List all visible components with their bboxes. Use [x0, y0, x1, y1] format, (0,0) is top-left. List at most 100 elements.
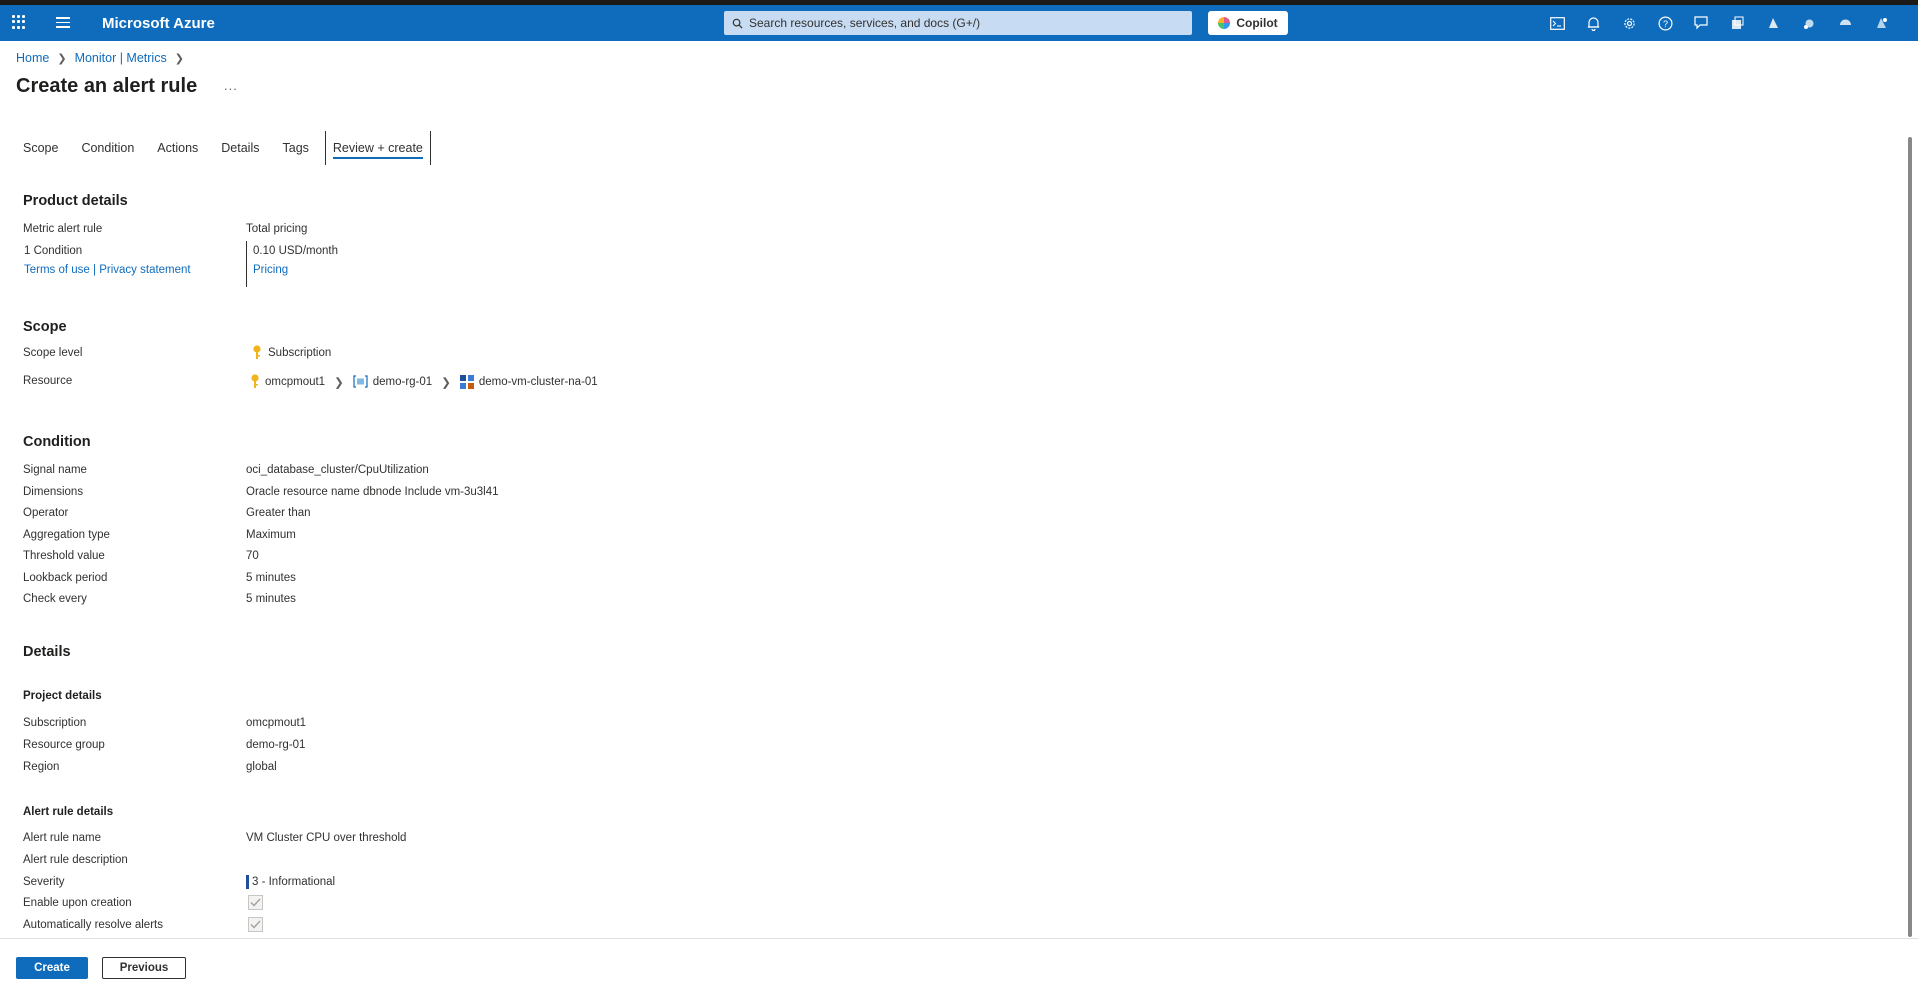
feedback-icon[interactable]: [1692, 14, 1710, 32]
resource-vm-cluster: demo-vm-cluster-na-01: [478, 375, 598, 388]
top-bar: Microsoft Azure Search resources, servic…: [0, 5, 1918, 41]
app-icon[interactable]: [1764, 14, 1782, 32]
tab-scope[interactable]: Scope: [16, 131, 65, 165]
condition-row-value: Maximum: [246, 529, 296, 541]
chevron-right-icon: ❯: [57, 52, 67, 65]
search-placeholder: Search resources, services, and docs (G+…: [749, 16, 981, 30]
project-row-label: Subscription: [23, 717, 87, 729]
alert-rule-name-label: Alert rule name: [23, 832, 101, 844]
chevron-right-icon: ❯: [441, 376, 451, 389]
key-icon: [253, 345, 261, 359]
vm-cluster-icon: [459, 374, 474, 389]
resource-label: Resource: [23, 375, 73, 387]
app-icon[interactable]: [1836, 14, 1854, 32]
directory-icon[interactable]: [1728, 14, 1746, 32]
tab-details[interactable]: Details: [214, 131, 266, 165]
project-row-label: Region: [23, 761, 60, 773]
tab-tags[interactable]: Tags: [276, 131, 316, 165]
condition-row-label: Aggregation type: [23, 529, 110, 541]
chevron-right-icon: ❯: [174, 52, 184, 65]
total-pricing-label: Total pricing: [246, 223, 308, 235]
scope-level-value: Subscription: [268, 346, 332, 359]
condition-row-value: 70: [246, 550, 259, 562]
condition-row-label: Check every: [23, 593, 87, 605]
help-icon[interactable]: ?: [1656, 14, 1674, 32]
checkmark-icon: [250, 920, 261, 929]
previous-button[interactable]: Previous: [102, 957, 186, 979]
condition-row-label: Signal name: [23, 464, 87, 476]
search-icon: [732, 18, 743, 29]
condition-count: 1 Condition: [24, 245, 83, 257]
breadcrumb: Home ❯ Monitor | Metrics ❯: [16, 51, 184, 65]
tab-bar: Scope Condition Actions Details Tags Rev…: [16, 131, 440, 165]
hamburger-menu-icon[interactable]: [56, 17, 70, 29]
create-button[interactable]: Create: [16, 957, 88, 979]
cloud-shell-icon[interactable]: [1548, 14, 1566, 32]
scrollbar-thumb[interactable]: [1908, 137, 1912, 937]
condition-row-value: Greater than: [246, 507, 311, 519]
footer-divider: [0, 938, 1918, 939]
breadcrumb-monitor[interactable]: Monitor | Metrics: [75, 51, 167, 65]
terms-of-use-link[interactable]: Terms of use: [24, 264, 90, 276]
project-row-label: Resource group: [23, 739, 105, 751]
project-row-value: omcpmout1: [246, 717, 307, 729]
project-row-value: global: [246, 761, 277, 773]
privacy-statement-link[interactable]: Privacy statement: [99, 264, 190, 276]
more-options-icon[interactable]: ...: [224, 78, 238, 93]
alert-rule-name-value: VM Cluster CPU over threshold: [246, 832, 407, 844]
metric-alert-rule-label: Metric alert rule: [23, 223, 103, 235]
scope-level-label: Scope level: [23, 347, 83, 359]
tab-actions[interactable]: Actions: [150, 131, 205, 165]
alert-rule-description-label: Alert rule description: [23, 854, 128, 866]
severity-value: 3 - Informational: [246, 875, 335, 889]
details-heading: Details: [23, 644, 71, 660]
condition-row-value: 5 minutes: [246, 593, 296, 605]
condition-row-value: Oracle resource name dbnode Include vm-3…: [246, 486, 499, 498]
link-separator: |: [93, 264, 97, 276]
resource-group-icon: [353, 375, 368, 388]
enable-upon-creation-label: Enable upon creation: [23, 897, 132, 909]
svg-text:?: ?: [1662, 19, 1667, 29]
project-row-value: demo-rg-01: [246, 739, 306, 751]
app-icon[interactable]: [1872, 14, 1890, 32]
tab-review-create[interactable]: Review + create: [324, 131, 431, 165]
auto-resolve-label: Automatically resolve alerts: [23, 919, 163, 931]
breadcrumb-home[interactable]: Home: [16, 51, 49, 65]
portal-menu-icon[interactable]: [12, 15, 26, 29]
enable-upon-creation-checkbox[interactable]: [248, 895, 263, 910]
search-input[interactable]: Search resources, services, and docs (G+…: [724, 11, 1192, 35]
alert-rule-details-heading: Alert rule details: [23, 806, 114, 818]
condition-row-label: Lookback period: [23, 572, 108, 584]
copilot-button[interactable]: Copilot: [1208, 11, 1288, 35]
brand-title[interactable]: Microsoft Azure: [102, 15, 215, 32]
project-details-heading: Project details: [23, 690, 102, 702]
scope-heading: Scope: [23, 319, 67, 335]
app-icon[interactable]: [1800, 14, 1818, 32]
severity-label: Severity: [23, 876, 65, 888]
pricing-divider: [246, 241, 247, 287]
tab-condition[interactable]: Condition: [74, 131, 141, 165]
key-icon: [251, 374, 259, 388]
gear-icon[interactable]: [1620, 14, 1638, 32]
resource-group: demo-rg-01: [372, 375, 433, 388]
condition-heading: Condition: [23, 434, 91, 450]
condition-row-label: Dimensions: [23, 486, 84, 498]
price-value: 0.10 USD/month: [253, 245, 339, 257]
resource-subscription: omcpmout1: [265, 375, 326, 388]
condition-row-value: 5 minutes: [246, 572, 296, 584]
pricing-link[interactable]: Pricing: [253, 264, 288, 276]
resource-path: omcpmout1 ❯ demo-rg-01 ❯ demo-vm-cluster…: [250, 374, 598, 389]
page-title: Create an alert rule: [16, 75, 198, 97]
bell-icon[interactable]: [1584, 14, 1602, 32]
severity-text: 3 - Informational: [252, 876, 336, 888]
severity-bar: [246, 875, 249, 889]
auto-resolve-checkbox[interactable]: [248, 917, 263, 932]
chevron-right-icon: ❯: [334, 376, 344, 389]
copilot-label: Copilot: [1236, 16, 1278, 30]
copilot-icon: [1218, 17, 1231, 29]
product-details-heading: Product details: [23, 193, 128, 209]
condition-row-value: oci_database_cluster/CpuUtilization: [246, 464, 429, 476]
condition-row-label: Threshold value: [23, 550, 105, 562]
checkmark-icon: [250, 898, 261, 907]
condition-row-label: Operator: [23, 507, 69, 519]
